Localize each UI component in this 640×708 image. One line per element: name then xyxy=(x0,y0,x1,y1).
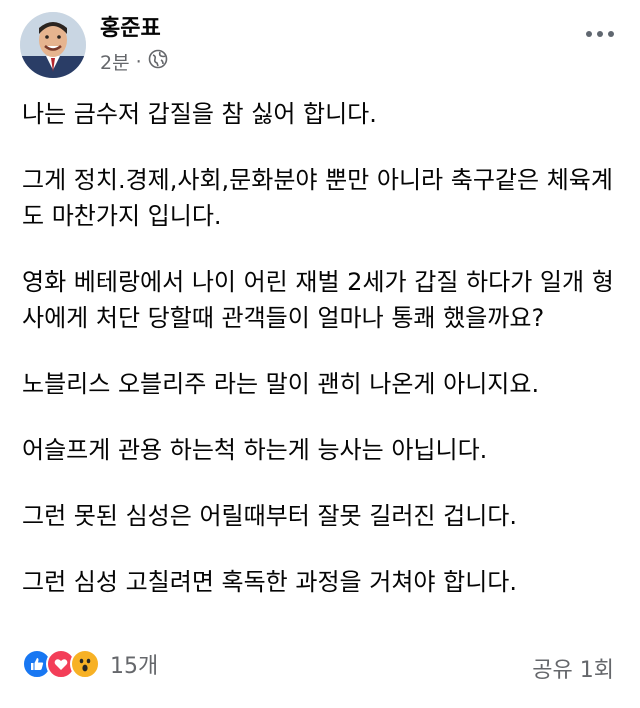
post-paragraph: 그런 심성 고칠려면 혹독한 과정을 거쳐야 합니다. xyxy=(22,568,518,596)
post-body: 나는 금수저 갑질을 참 싫어 합니다. 그게 정치.경제,사회,문화분야 뿐만… xyxy=(22,96,622,630)
post-footer: 15개 공유 1회 xyxy=(0,640,640,690)
reactions-summary[interactable]: 15개 xyxy=(22,648,158,680)
avatar[interactable] xyxy=(20,12,86,78)
author-name[interactable]: 홍준표 xyxy=(100,10,161,42)
post-meta: 2분 · xyxy=(100,48,168,75)
more-options-icon[interactable] xyxy=(574,24,614,44)
post-paragraph: 노블리스 오블리주 라는 말이 괜히 나온게 아니지요. xyxy=(22,370,540,398)
post-paragraph: 영화 베테랑에서 나이 어린 재벌 2세가 갑질 하다가 일개 형사에게 처단 … xyxy=(22,268,614,332)
globe-icon xyxy=(148,49,168,74)
post-paragraph: 그게 정치.경제,사회,문화분야 뿐만 아니라 축구같은 체육계도 마찬가지 입… xyxy=(22,166,613,230)
post-paragraph: 어슬프게 관용 하는척 하는게 능사는 아닙니다. xyxy=(22,436,488,464)
post-paragraph: 나는 금수저 갑질을 참 싫어 합니다. xyxy=(22,100,377,128)
wow-icon xyxy=(70,649,100,679)
meta-separator: · xyxy=(135,50,142,73)
share-count[interactable]: 공유 1회 xyxy=(532,652,614,684)
post-time[interactable]: 2분 xyxy=(100,48,130,75)
post-header: 홍준표 2분 · xyxy=(0,0,640,90)
reaction-count[interactable]: 15개 xyxy=(110,648,158,680)
post-paragraph: 그런 못된 심성은 어릴때부터 잘못 길러진 겁니다. xyxy=(22,502,518,530)
